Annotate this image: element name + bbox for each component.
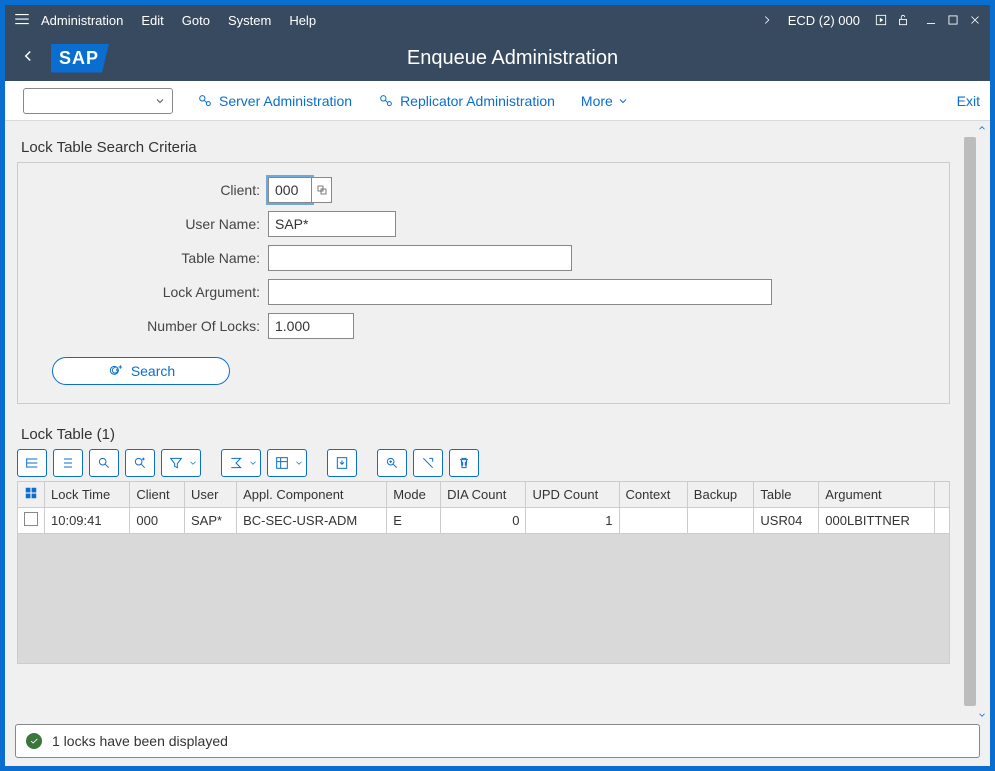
more-menu[interactable]: More xyxy=(581,93,635,109)
cell-comp: BC-SEC-USR-ADM xyxy=(237,508,387,534)
cell-client: 000 xyxy=(130,508,185,534)
zoom-button[interactable] xyxy=(377,449,407,477)
num-label: Number Of Locks: xyxy=(38,318,268,334)
back-button[interactable] xyxy=(19,47,37,70)
client-field[interactable] xyxy=(268,177,312,203)
client-f4-button[interactable] xyxy=(312,177,332,203)
status-bar: 1 locks have been displayed xyxy=(15,724,980,758)
col-mode[interactable]: Mode xyxy=(387,482,441,508)
menu-bar: Administration Edit Goto System Help ECD… xyxy=(5,5,990,35)
server-admin-link[interactable]: Server Administration xyxy=(197,93,352,109)
filter-button[interactable] xyxy=(161,449,201,477)
col-component[interactable]: Appl. Component xyxy=(237,482,387,508)
close-icon[interactable] xyxy=(968,13,982,27)
layout-button[interactable] xyxy=(267,449,307,477)
status-text: 1 locks have been displayed xyxy=(52,733,228,749)
exit-link[interactable]: Exit xyxy=(957,93,980,109)
find-next-button[interactable] xyxy=(125,449,155,477)
search-panel: Client: User Name: Table Name: Lock Argu… xyxy=(17,162,950,404)
col-dia[interactable]: DIA Count xyxy=(441,482,526,508)
table-toolbar xyxy=(17,449,950,477)
replicator-admin-label: Replicator Administration xyxy=(400,93,555,109)
cell-arg: 000LBITTNER xyxy=(819,508,934,534)
content-area: Lock Table Search Criteria Client: User … xyxy=(5,121,990,766)
cell-tbl: USR04 xyxy=(754,508,819,534)
menu-system[interactable]: System xyxy=(228,13,271,28)
cell-user: SAP* xyxy=(185,508,237,534)
table-row[interactable]: 10:09:41 000 SAP* BC-SEC-USR-ADM E 0 1 U… xyxy=(18,508,950,534)
sort-button[interactable] xyxy=(53,449,83,477)
maximize-icon[interactable] xyxy=(946,13,960,27)
cell-bkp xyxy=(687,508,754,534)
menu-goto[interactable]: Goto xyxy=(182,13,210,28)
success-icon xyxy=(26,733,42,749)
details-button[interactable] xyxy=(17,449,47,477)
lock-table: Lock Time Client User Appl. Component Mo… xyxy=(17,481,950,534)
user-field[interactable] xyxy=(268,211,396,237)
search-section-title: Lock Table Search Criteria xyxy=(21,139,978,156)
table-field[interactable] xyxy=(268,245,572,271)
col-client[interactable]: Client xyxy=(130,482,185,508)
vertical-scrollbar[interactable] xyxy=(964,137,976,706)
table-header-row: Lock Time Client User Appl. Component Mo… xyxy=(18,482,950,508)
row-checkbox[interactable] xyxy=(24,512,38,526)
play-icon[interactable] xyxy=(874,13,888,27)
arg-label: Lock Argument: xyxy=(38,284,268,300)
total-button[interactable] xyxy=(221,449,261,477)
chevron-right-icon[interactable] xyxy=(760,13,774,27)
col-backup[interactable]: Backup xyxy=(687,482,754,508)
page-title: Enqueue Administration xyxy=(109,47,916,70)
search-button-label: Search xyxy=(131,363,175,379)
col-context[interactable]: Context xyxy=(619,482,687,508)
replicator-admin-link[interactable]: Replicator Administration xyxy=(378,93,555,109)
scroll-up-icon[interactable] xyxy=(977,123,987,133)
more-label: More xyxy=(581,93,613,109)
hamburger-icon[interactable] xyxy=(13,10,31,31)
table-label: Table Name: xyxy=(38,250,268,266)
client-label: Client: xyxy=(38,182,268,198)
cell-dia: 0 xyxy=(441,508,526,534)
col-argument[interactable]: Argument xyxy=(819,482,934,508)
col-lock-time[interactable]: Lock Time xyxy=(45,482,130,508)
col-spacer xyxy=(934,482,949,508)
menu-help[interactable]: Help xyxy=(289,13,316,28)
refresh-button[interactable] xyxy=(413,449,443,477)
app-toolbar: Server Administration Replicator Adminis… xyxy=(5,81,990,121)
title-bar: SAP Enqueue Administration xyxy=(5,35,990,81)
search-button[interactable]: Search xyxy=(52,357,230,385)
menu-edit[interactable]: Edit xyxy=(141,13,163,28)
transaction-combo[interactable] xyxy=(23,88,173,114)
unlock-icon[interactable] xyxy=(896,13,910,27)
system-id: ECD (2) 000 xyxy=(788,13,860,28)
table-section-title: Lock Table (1) xyxy=(21,426,950,443)
col-table[interactable]: Table xyxy=(754,482,819,508)
col-upd[interactable]: UPD Count xyxy=(526,482,619,508)
export-button[interactable] xyxy=(327,449,357,477)
server-admin-label: Server Administration xyxy=(219,93,352,109)
minimize-icon[interactable] xyxy=(924,13,938,27)
sap-logo: SAP xyxy=(51,44,109,73)
cell-upd: 1 xyxy=(526,508,619,534)
select-all-header[interactable] xyxy=(18,482,45,508)
cell-mode: E xyxy=(387,508,441,534)
find-button[interactable] xyxy=(89,449,119,477)
cell-ctx xyxy=(619,508,687,534)
user-label: User Name: xyxy=(38,216,268,232)
scroll-down-icon[interactable] xyxy=(977,710,987,720)
arg-field[interactable] xyxy=(268,279,772,305)
col-user[interactable]: User xyxy=(185,482,237,508)
num-field[interactable] xyxy=(268,313,354,339)
menu-administration[interactable]: Administration xyxy=(41,13,123,28)
cell-time: 10:09:41 xyxy=(45,508,130,534)
table-empty-area xyxy=(17,534,950,664)
delete-button[interactable] xyxy=(449,449,479,477)
